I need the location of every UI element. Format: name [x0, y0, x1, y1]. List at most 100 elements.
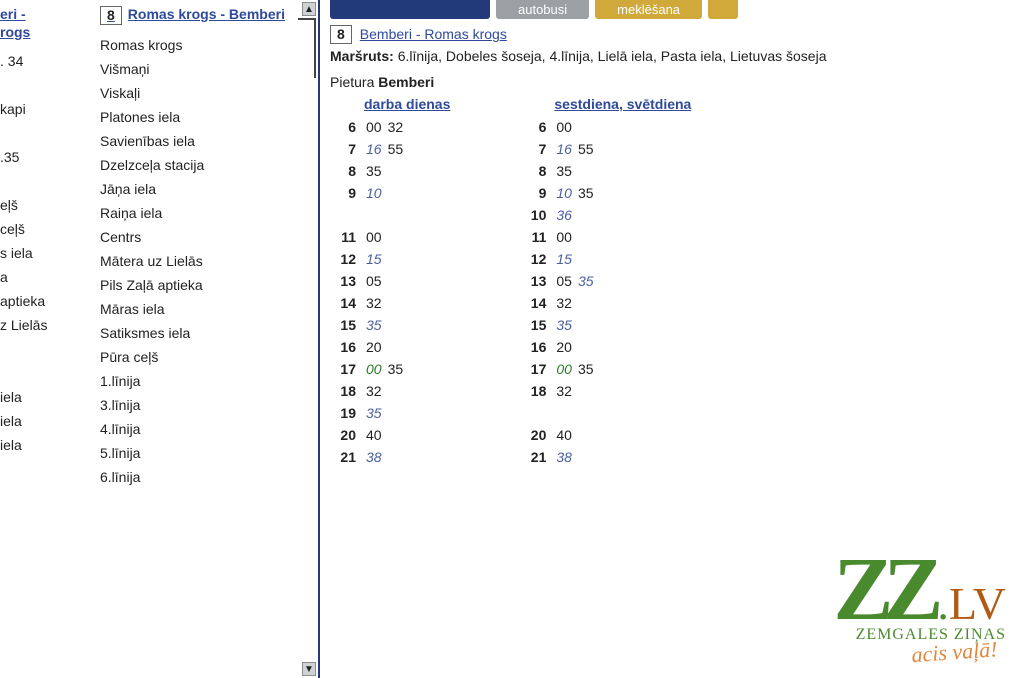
- minute-value: 35: [366, 405, 382, 421]
- tab-extra[interactable]: [708, 0, 738, 19]
- marsruts-text: 6.līnija, Dobeles šoseja, 4.līnija, Liel…: [398, 48, 827, 64]
- stop-item[interactable]: eļš: [0, 193, 90, 217]
- stop-item[interactable]: Platones iela: [100, 105, 310, 129]
- stop-item[interactable]: Viskaļi: [100, 81, 310, 105]
- stop-item[interactable]: Māras iela: [100, 297, 310, 321]
- schedule-row: 1620: [330, 336, 450, 358]
- hour-cell: 18: [330, 383, 356, 399]
- minute-value: 20: [366, 339, 382, 355]
- stop-item[interactable]: Dzelzceļa stacija: [100, 153, 310, 177]
- minute-value: 32: [366, 295, 382, 311]
- minutes-cell: 32: [366, 295, 388, 311]
- schedule-row: 1432: [520, 292, 691, 314]
- stop-item[interactable]: Višmaņi: [100, 57, 310, 81]
- hour-cell: 18: [520, 383, 546, 399]
- stop-item[interactable]: iela: [0, 409, 90, 433]
- stop-item[interactable]: aptieka: [0, 289, 90, 313]
- stop-item[interactable]: iela: [0, 433, 90, 457]
- stop-item[interactable]: [0, 73, 90, 97]
- stop-item[interactable]: 6.līnija: [100, 465, 310, 489]
- hour-cell: 8: [520, 163, 546, 179]
- schedule-row: 1535: [520, 314, 691, 336]
- stop-item[interactable]: .35: [0, 145, 90, 169]
- stop-item[interactable]: . 34: [0, 49, 90, 73]
- schedule-row: 600: [520, 116, 691, 138]
- minute-value: 00: [556, 361, 572, 377]
- tab-meklesana[interactable]: meklēšana: [595, 0, 702, 19]
- stop-item[interactable]: s iela: [0, 241, 90, 265]
- scroll-down-icon[interactable]: ▼: [302, 662, 316, 676]
- scroll-up-icon[interactable]: ▲: [302, 2, 316, 16]
- stop-item[interactable]: ceļš: [0, 217, 90, 241]
- stop-item[interactable]: z Lielās: [0, 313, 90, 337]
- schedule-row: 1620: [520, 336, 691, 358]
- hour-cell: 16: [520, 339, 546, 355]
- stop-item[interactable]: iela: [0, 385, 90, 409]
- hour-cell: 20: [520, 427, 546, 443]
- weekend-header[interactable]: sestdiena, svētdiena: [554, 96, 691, 112]
- minutes-cell: 20: [366, 339, 388, 355]
- stop-item[interactable]: kapi: [0, 97, 90, 121]
- stop-item[interactable]: [0, 361, 90, 385]
- minute-value: 35: [578, 273, 594, 289]
- stop-item[interactable]: Satiksmes iela: [100, 321, 310, 345]
- hour-cell: 12: [330, 251, 356, 267]
- hour-cell: 10: [520, 207, 546, 223]
- route-b-title[interactable]: 8 Romas krogs - Bemberi: [100, 6, 310, 25]
- minutes-cell: 1035: [556, 185, 599, 201]
- stop-item[interactable]: 5.līnija: [100, 441, 310, 465]
- schedule-row: 1935: [330, 402, 450, 424]
- stop-item[interactable]: Pils Zaļā aptieka: [100, 273, 310, 297]
- pietura-name: Bemberi: [378, 74, 434, 90]
- minute-value: 35: [366, 317, 382, 333]
- stop-item[interactable]: [0, 169, 90, 193]
- hour-cell: 21: [520, 449, 546, 465]
- minutes-cell: 32: [556, 383, 578, 399]
- minutes-cell: [556, 405, 560, 421]
- tab-active[interactable]: [330, 0, 490, 19]
- minute-value: 38: [556, 449, 572, 465]
- schedule-row: 91035: [520, 182, 691, 204]
- minutes-cell: 35: [556, 163, 578, 179]
- stop-item[interactable]: 4.līnija: [100, 417, 310, 441]
- stop-item[interactable]: Centrs: [100, 225, 310, 249]
- minutes-cell: 32: [556, 295, 578, 311]
- weekday-header[interactable]: darba dienas: [364, 96, 450, 112]
- schedule-row: 1100: [520, 226, 691, 248]
- schedule-row: 8 35: [520, 160, 691, 182]
- hour-cell: 9: [330, 185, 356, 201]
- route-a-title[interactable]: eri -: [0, 6, 90, 24]
- stop-item[interactable]: [0, 121, 90, 145]
- minutes-cell: 35: [556, 317, 578, 333]
- hour-cell: 17: [330, 361, 356, 377]
- minute-value: 35: [578, 361, 594, 377]
- tab-autobusi[interactable]: autobusi: [496, 0, 589, 19]
- minutes-cell: 35: [366, 317, 388, 333]
- stop-item[interactable]: Savienības iela: [100, 129, 310, 153]
- stop-item[interactable]: Raiņa iela: [100, 201, 310, 225]
- schedule-row: 1215: [330, 248, 450, 270]
- weekday-rows: 6003271655835910 11001215130514321535162…: [330, 116, 450, 468]
- stop-item[interactable]: a: [0, 265, 90, 289]
- hour-cell: 6: [330, 119, 356, 135]
- stop-item[interactable]: Mātera uz Lielās: [100, 249, 310, 273]
- minute-value: 35: [556, 317, 572, 333]
- route-title-link[interactable]: Bemberi - Romas krogs: [360, 26, 507, 42]
- minute-value: 35: [388, 361, 404, 377]
- stop-row: Pietura Bemberi: [330, 74, 1018, 90]
- route-a-title2[interactable]: rogs: [0, 24, 90, 42]
- tabs: autobusi meklēšana: [330, 0, 1018, 19]
- stop-item[interactable]: [0, 337, 90, 361]
- stop-item[interactable]: Romas krogs: [100, 33, 310, 57]
- stop-item[interactable]: Jāņa iela: [100, 177, 310, 201]
- stop-item[interactable]: 1.līnija: [100, 369, 310, 393]
- schedule-row: 60032: [330, 116, 450, 138]
- stop-item[interactable]: Pūra ceļš: [100, 345, 310, 369]
- minute-value: 55: [388, 141, 404, 157]
- minutes-cell: 0035: [366, 361, 409, 377]
- stop-item[interactable]: 3.līnija: [100, 393, 310, 417]
- schedule-row: 21 38: [520, 446, 691, 468]
- schedule-row: 1100: [330, 226, 450, 248]
- minutes-cell: 40: [366, 427, 388, 443]
- minutes-cell: 40: [556, 427, 578, 443]
